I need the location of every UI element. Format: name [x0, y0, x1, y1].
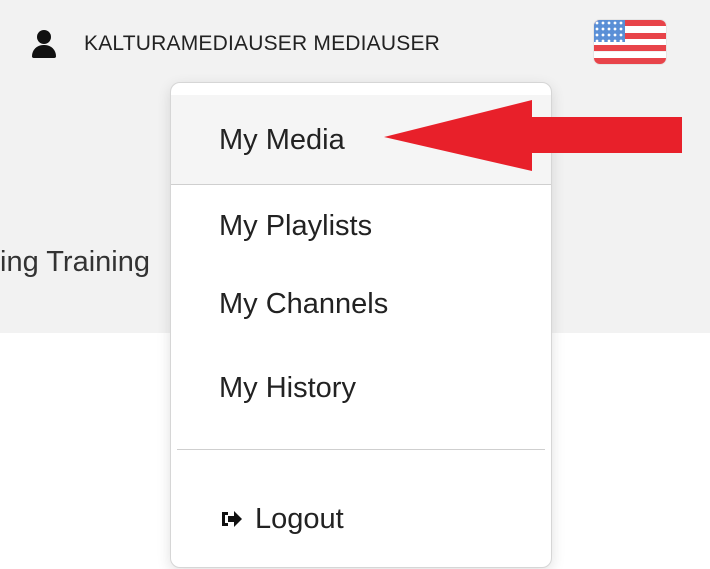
sign-out-icon — [222, 511, 242, 527]
menu-item-my-media[interactable]: My Media — [171, 95, 551, 185]
user-dropdown-menu: My Media My Playlists My Channels My His… — [170, 82, 552, 568]
menu-divider — [177, 449, 545, 450]
us-flag-icon[interactable] — [594, 20, 666, 64]
menu-item-my-playlists[interactable]: My Playlists — [171, 207, 551, 245]
user-icon — [30, 28, 60, 60]
user-name: KALTURAMEDIAUSER MEDIAUSER — [84, 32, 441, 55]
user-menu-toggle[interactable]: KALTURAMEDIAUSER MEDIAUSER — [30, 22, 440, 66]
logout-label: Logout — [255, 503, 344, 535]
cropped-top-text — [0, 0, 710, 10]
menu-item-logout[interactable]: Logout — [171, 497, 551, 541]
menu-item-my-channels[interactable]: My Channels — [171, 285, 551, 323]
menu-item-my-history[interactable]: My History — [171, 369, 551, 407]
page-title: ting Training — [0, 246, 150, 278]
